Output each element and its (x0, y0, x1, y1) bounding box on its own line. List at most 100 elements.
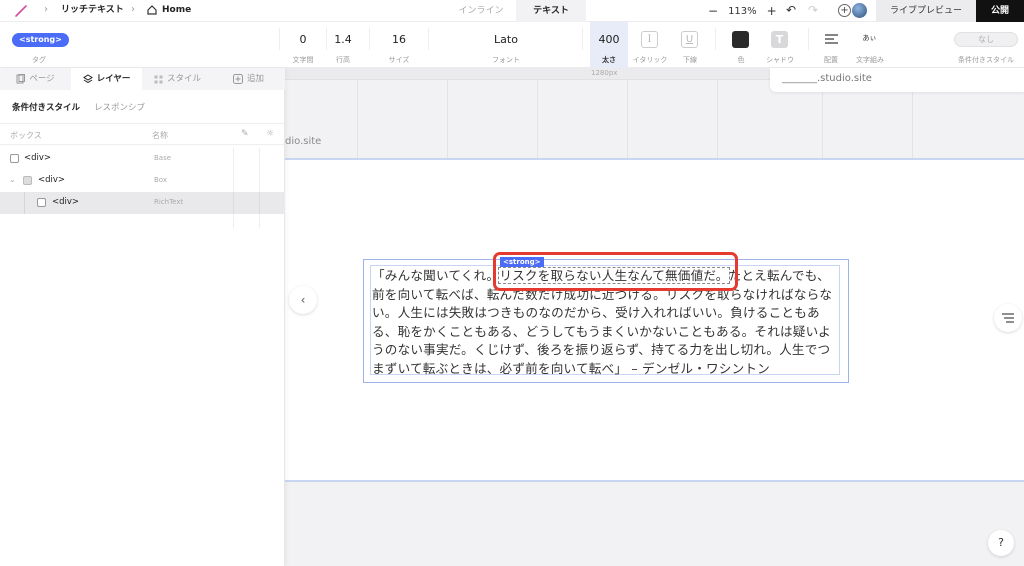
font-size-input[interactable]: 16 (369, 33, 429, 46)
menu-icon (1002, 313, 1014, 323)
zoom-out-button[interactable]: − (708, 4, 718, 18)
visibility-icon[interactable]: ☼ (266, 129, 274, 139)
divider (808, 28, 809, 50)
layer-row-richtext[interactable]: <div> RichText (0, 192, 285, 214)
outline-toggle-button[interactable] (994, 304, 1022, 332)
site-url-text: _______.studio.site (782, 73, 872, 84)
grid-line (627, 80, 628, 160)
tag-caption: タグ (32, 56, 46, 64)
divider (233, 192, 234, 214)
site-url-popup[interactable]: _______.studio.site (770, 68, 1024, 92)
color-swatch[interactable] (732, 31, 749, 48)
add-member-button[interactable]: + (838, 4, 851, 17)
grid-line (357, 80, 358, 160)
tab-label: レイヤー (96, 74, 131, 84)
page-icon (16, 74, 26, 84)
chevron-down-icon[interactable]: ⌄ (9, 175, 16, 184)
text-wrap-icon[interactable]: あぃ (861, 31, 878, 48)
studio-logo-icon[interactable] (14, 4, 28, 18)
layer-row-box[interactable]: ⌄ <div> Box (0, 170, 285, 192)
layer-tree-header: ボックス 名称 ✎ ☼ (0, 123, 285, 145)
wrap-caption: 文字組み (856, 56, 884, 64)
layer-tag: <div> (38, 175, 66, 185)
column-name: 名称 (152, 131, 168, 140)
underline-toggle[interactable]: U (681, 31, 698, 48)
breakpoint-width: 1280px (591, 69, 618, 77)
panel-tabs: ページ レイヤー スタイル 追加 (0, 68, 285, 90)
site-url-hint: dio.site (285, 136, 322, 147)
text-segment[interactable]: 「みんな聞いてくれ。 (372, 268, 499, 283)
chevron-right-icon: › (44, 4, 48, 15)
divider (715, 28, 716, 50)
publish-button[interactable]: 公開 (976, 0, 1024, 22)
live-preview-button[interactable]: ライブプレビュー (876, 0, 976, 22)
zoom-level[interactable]: 113% (728, 6, 757, 17)
layer-row-base[interactable]: <div> Base (0, 148, 285, 170)
zoom-in-button[interactable]: + (767, 4, 777, 18)
layer-checkbox[interactable] (37, 198, 46, 207)
grid-line (537, 80, 538, 160)
breadcrumb-page[interactable]: Home (162, 4, 191, 17)
divider (233, 148, 234, 170)
layer-row-empty (0, 214, 285, 228)
subtab-conditional-style[interactable]: 条件付きスタイル (12, 101, 80, 113)
layers-icon (82, 74, 93, 84)
text-shadow-button[interactable]: T (771, 31, 788, 48)
subtab-responsive[interactable]: レスポンシブ (94, 101, 145, 113)
grid-line (912, 80, 913, 160)
tab-style[interactable]: スタイル (142, 68, 213, 90)
tree-indent-line (24, 192, 25, 214)
divider (259, 170, 260, 192)
home-icon (147, 5, 157, 15)
tab-page[interactable]: ページ (0, 68, 71, 90)
layer-label: Box (154, 176, 168, 184)
font-size-caption: サイズ (388, 56, 410, 64)
tab-inline[interactable]: インライン (446, 0, 516, 22)
layer-checkbox[interactable] (23, 176, 32, 185)
breadcrumb-component[interactable]: リッチテキスト (61, 4, 124, 17)
layer-tag: <div> (52, 197, 80, 207)
divider (428, 28, 429, 50)
layer-label: RichText (154, 198, 184, 206)
divider (259, 148, 260, 170)
top-bar: › リッチテキスト › Home インライン テキスト − 113% + ↶ ↷… (0, 0, 1024, 22)
column-box: ボックス (10, 131, 42, 140)
left-panel: ページ レイヤー スタイル 追加 条件付きスタイル レスポンシブ ボックス 名称… (0, 68, 285, 566)
italic-toggle[interactable]: I (641, 31, 658, 48)
undo-icon[interactable]: ↶ (786, 3, 796, 17)
line-height-input[interactable]: 1.4 (313, 33, 373, 46)
divider (259, 214, 260, 228)
text-style-toolbar: <strong> タグ 0 文字間 1.4 行高 16 サイズ Lato フォン… (0, 22, 1024, 68)
layer-tag: <div> (24, 153, 52, 163)
tab-text[interactable]: テキスト (516, 0, 586, 22)
pin-icon[interactable]: ✎ (241, 129, 249, 139)
annotation-highlight (493, 252, 738, 291)
chevron-right-icon: › (131, 4, 135, 15)
add-icon (232, 74, 243, 84)
zoom-control: − 113% + (708, 0, 777, 22)
line-height-caption: 行高 (336, 56, 350, 64)
redo-icon[interactable]: ↷ (808, 3, 818, 17)
layer-label: Base (154, 154, 172, 162)
help-button[interactable]: ? (988, 530, 1014, 556)
collapse-panel-button[interactable]: ‹ (289, 286, 317, 314)
align-left-icon[interactable] (823, 31, 840, 48)
layer-subtabs: 条件付きスタイル レスポンシブ (12, 101, 145, 113)
conditional-style-select[interactable]: なし (954, 32, 1018, 47)
edit-mode-tabs: インライン テキスト (446, 0, 586, 22)
divider (233, 170, 234, 192)
tab-layers[interactable]: レイヤー (71, 68, 142, 90)
grid-line (717, 80, 718, 160)
grid-line (822, 80, 823, 160)
font-family-caption: フォント (492, 56, 520, 64)
font-family-select[interactable]: Lato (476, 33, 536, 46)
tab-add[interactable]: 追加 (213, 68, 284, 90)
avatar[interactable] (852, 3, 867, 18)
layer-checkbox[interactable] (10, 154, 19, 163)
style-icon (154, 75, 163, 83)
conditional-style-caption: 条件付きスタイル (958, 56, 1014, 64)
tag-selector[interactable]: <strong> (12, 33, 69, 47)
tab-label: スタイル (166, 74, 201, 84)
divider (259, 192, 260, 214)
tab-label: ページ (29, 74, 55, 84)
